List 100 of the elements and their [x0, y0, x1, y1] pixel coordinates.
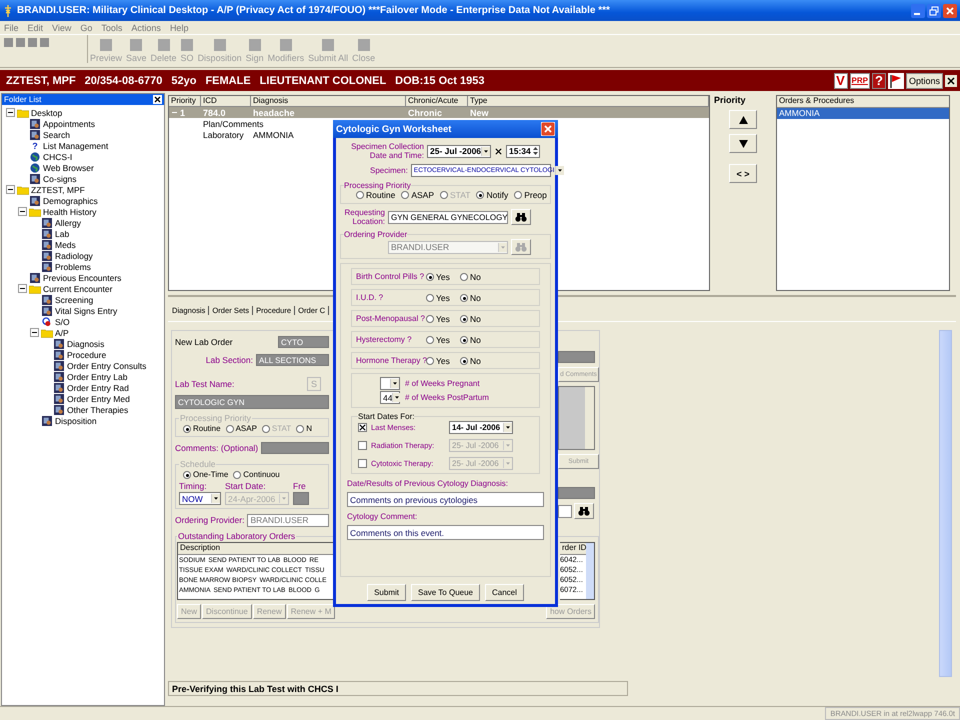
radio-button[interactable] — [426, 294, 434, 302]
dialog-button[interactable]: Submit — [367, 584, 406, 601]
radio-button[interactable] — [460, 314, 468, 322]
move-down-button[interactable] — [729, 134, 757, 153]
order-field[interactable] — [558, 351, 595, 363]
column-header[interactable]: Diagnosis — [251, 96, 406, 107]
radio-button[interactable] — [296, 424, 304, 432]
tree-item[interactable]: Radiology — [55, 250, 93, 260]
radio-button[interactable] — [233, 470, 242, 478]
menu-item[interactable]: Tools — [101, 22, 122, 32]
expander-icon[interactable] — [18, 284, 27, 293]
text-field[interactable] — [558, 504, 572, 518]
menu-item[interactable]: Go — [80, 22, 92, 32]
scrollbar[interactable] — [585, 387, 594, 449]
tree-item[interactable]: Previous Encounters — [43, 272, 122, 282]
flag-icon[interactable] — [888, 72, 904, 88]
radio-button[interactable] — [226, 424, 234, 432]
tree-item[interactable]: Co-signs — [43, 174, 77, 184]
tree-item[interactable]: Lab — [55, 228, 70, 238]
tree-item[interactable]: Diagnosis — [67, 338, 104, 348]
tree-item[interactable]: A/P — [55, 328, 69, 338]
tree-item[interactable]: S/O — [55, 316, 70, 326]
provider-dropdown[interactable]: BRANDI.USER — [388, 240, 508, 254]
column-header[interactable]: Description — [178, 543, 334, 555]
radio-button[interactable] — [183, 470, 191, 478]
tree-item[interactable]: Meds — [55, 240, 76, 250]
checkbox[interactable] — [358, 441, 367, 450]
provider-field[interactable]: BRANDI.USER — [247, 514, 329, 526]
checkbox[interactable] — [358, 459, 367, 468]
tree-item[interactable]: Allergy — [55, 218, 81, 228]
move-up-button[interactable] — [729, 110, 757, 129]
dropdown-field[interactable] — [558, 487, 595, 499]
radio-button[interactable] — [476, 191, 484, 199]
tree-item[interactable]: Order Entry Lab — [67, 372, 128, 382]
toolbar-badge[interactable]: ? — [872, 72, 886, 88]
radio-button[interactable] — [460, 336, 468, 344]
options-button[interactable]: Options — [906, 72, 943, 88]
radio-button[interactable] — [460, 272, 468, 280]
tree-item[interactable]: Procedure — [67, 350, 106, 360]
dialog-button[interactable]: Cancel — [485, 584, 524, 601]
restore-icon[interactable] — [927, 4, 941, 18]
tree-item[interactable]: Order Entry Med — [67, 394, 130, 404]
menu-item[interactable]: Help — [170, 22, 188, 32]
radio-button[interactable] — [426, 272, 434, 280]
expander-icon[interactable] — [18, 207, 27, 216]
radio-button[interactable] — [460, 356, 468, 364]
weeks-dropdown[interactable]: 44 — [380, 391, 400, 404]
timing-dropdown[interactable]: NOW — [179, 492, 221, 505]
column-header[interactable]: Chronic/Acute — [406, 96, 468, 107]
frequency-field[interactable] — [293, 492, 309, 505]
menu-item[interactable]: File — [4, 22, 19, 32]
tree-item[interactable]: CHCS-I — [43, 152, 72, 162]
dialog-button[interactable]: Save To Queue — [410, 584, 480, 601]
date-dropdown[interactable]: 25- Jul -2006 — [427, 144, 491, 158]
radio-button[interactable] — [460, 294, 468, 302]
close-icon[interactable] — [153, 95, 162, 104]
expander-icon[interactable] — [6, 108, 15, 117]
tree-item[interactable]: Desktop — [31, 108, 62, 118]
tree-item[interactable]: Vital Signs Entry — [55, 306, 118, 316]
radio-button[interactable] — [401, 191, 410, 199]
tree-item[interactable]: List Management — [43, 140, 108, 150]
tree-item[interactable]: Problems — [55, 262, 91, 272]
radio-button[interactable] — [356, 191, 364, 199]
radio-button[interactable] — [426, 314, 434, 322]
tree-item[interactable]: Search — [43, 130, 70, 140]
checkbox[interactable] — [358, 423, 367, 432]
tree-item[interactable]: Other Therapies — [67, 404, 128, 414]
weeks-dropdown[interactable] — [380, 377, 400, 390]
time-spinner[interactable]: 15:34 — [506, 144, 540, 158]
close-icon[interactable] — [945, 74, 957, 86]
date-dropdown[interactable]: 14- Jul -2006 — [449, 421, 513, 434]
comment-field[interactable]: Comments on this event. — [347, 525, 544, 540]
column-header[interactable]: Orders & Procedures — [777, 96, 949, 108]
radio-button[interactable] — [426, 356, 434, 364]
search-button[interactable] — [574, 503, 594, 519]
tree-item[interactable]: Demographics — [43, 196, 98, 206]
expander-icon[interactable] — [30, 328, 39, 337]
tree-item[interactable]: Current Encounter — [43, 284, 112, 294]
menu-item[interactable]: Edit — [28, 22, 44, 32]
checkbox[interactable] — [494, 146, 503, 156]
tree-item[interactable]: Web Browser — [43, 162, 94, 172]
column-header[interactable]: Priority — [169, 96, 201, 107]
tree-item[interactable]: Order Entry Consults — [67, 360, 146, 370]
search-button[interactable] — [511, 209, 531, 225]
tree-item[interactable]: Disposition — [55, 416, 97, 426]
toolbar-badge[interactable]: V — [834, 72, 848, 88]
list-item[interactable]: AMMONIA — [777, 108, 949, 119]
tree-item[interactable]: ZZTEST, MPF — [31, 184, 85, 194]
column-header[interactable]: rder ID — [560, 543, 586, 555]
comments-box[interactable] — [558, 386, 595, 450]
menu-item[interactable]: Actions — [131, 22, 161, 32]
scrollbar[interactable] — [939, 330, 952, 677]
scrollbar[interactable] — [586, 543, 594, 599]
menu-item[interactable]: View — [52, 22, 72, 32]
tree-item[interactable]: Screening — [55, 294, 94, 304]
toolbar-badge[interactable]: PRP — [850, 72, 870, 88]
column-header[interactable]: Type — [468, 96, 709, 107]
tree-item[interactable]: Health History — [43, 206, 96, 216]
minimize-icon[interactable] — [911, 4, 925, 18]
swap-button[interactable]: < > — [729, 164, 757, 183]
